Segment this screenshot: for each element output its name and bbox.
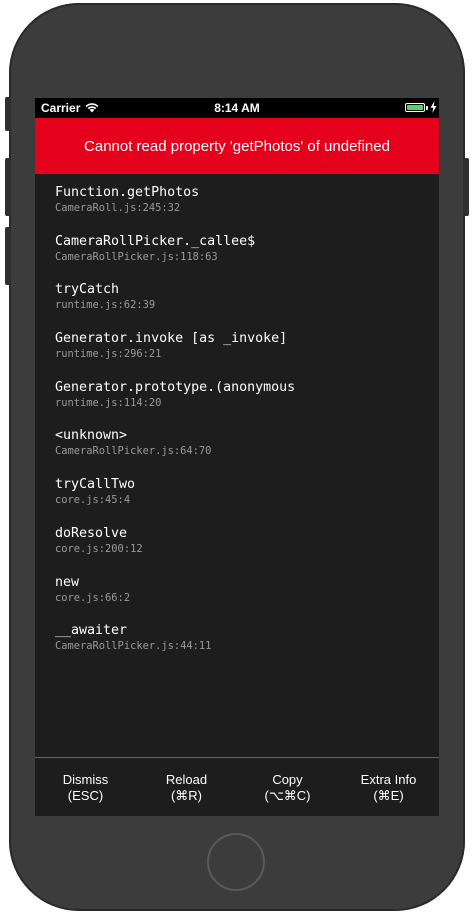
frame-method: Generator.invoke [as _invoke] [55,331,288,347]
frame-location: core.js:200:12 [55,542,143,555]
frame-location: runtime.js:114:20 [55,396,162,409]
stack-frame[interactable]: Function.getPhotos CameraRoll.js:245:32 [55,184,425,233]
reload-button[interactable]: Reload (⌘R) [136,758,237,816]
volume-down-button [5,227,11,285]
stack-frame[interactable]: tryCallTwo core.js:45:4 [55,476,425,525]
stack-frame[interactable]: CameraRollPicker._callee$ CameraRollPick… [55,233,425,282]
frame-location: core.js:45:4 [55,494,131,507]
frame-method: new [55,574,80,590]
dismiss-button[interactable]: Dismiss (ESC) [35,758,136,816]
frame-location: runtime.js:296:21 [55,348,162,361]
stack-trace: Function.getPhotos CameraRoll.js:245:32 … [55,184,425,671]
frame-location: CameraRoll.js:245:32 [55,202,181,214]
frame-location: core.js:66:2 [55,591,131,604]
frame-method: CameraRollPicker._callee$ [55,233,256,249]
status-bar: Carrier 8:14 AM [35,98,439,118]
frame-method: Function.getPhotos [55,185,200,200]
frame-location: CameraRollPicker.js:64:70 [55,445,212,458]
error-banner: Cannot read property 'getPhotos' of unde… [35,118,439,174]
frame-method: <unknown> [55,428,128,444]
dismiss-label: Dismiss [62,771,109,787]
stack-frame[interactable]: __awaiter CameraRollPicker.js:44:11 [55,622,425,671]
frame-location: CameraRollPicker.js:118:63 [55,250,218,263]
frame-method: Generator.prototype.(anonymous [55,379,296,395]
stack-frame[interactable]: tryCatch runtime.js:62:39 [55,281,425,330]
battery-level [407,105,423,110]
screen: Carrier 8:14 AM Cannot read property 'ge… [35,98,439,816]
stack-frame[interactable]: doResolve core.js:200:12 [55,525,425,574]
extra-info-button[interactable]: Extra Info (⌘E) [338,758,439,816]
frame-location: runtime.js:62:39 [55,299,156,312]
mute-switch [5,97,11,131]
frame-location: CameraRollPicker.js:44:11 [55,640,212,653]
clock: 8:14 AM [214,101,260,115]
redbox-toolbar: Dismiss (ESC) Reload (⌘R) Copy (⌥⌘C) Ext… [35,757,439,816]
dismiss-shortcut: (ESC) [67,787,104,803]
copy-label: Copy [272,771,303,787]
volume-up-button [5,158,11,216]
stack-frame[interactable]: <unknown> CameraRollPicker.js:64:70 [55,427,425,476]
stack-frame[interactable]: new core.js:66:2 [55,574,425,623]
home-button[interactable] [207,833,265,891]
extra-info-label: Extra Info [360,771,417,787]
frame-method: tryCallTwo [55,477,136,493]
reload-label: Reload [165,771,208,787]
reload-shortcut: (⌘R) [170,787,203,803]
battery-icon [405,103,425,112]
copy-shortcut: (⌥⌘C) [264,787,311,803]
power-button [463,158,469,216]
frame-method: __awaiter [55,623,128,639]
frame-method: tryCatch [55,282,120,298]
battery-tip [426,106,428,110]
stack-frame[interactable]: Generator.prototype.(anonymous runtime.j… [55,379,425,428]
copy-button[interactable]: Copy (⌥⌘C) [237,758,338,816]
extra-info-shortcut: (⌘E) [373,787,404,803]
charging-bolt-icon [430,101,437,113]
stack-frame[interactable]: Generator.invoke [as _invoke] runtime.js… [55,330,425,379]
frame-method: doResolve [55,525,128,541]
error-message: Cannot read property 'getPhotos' of unde… [84,137,390,155]
